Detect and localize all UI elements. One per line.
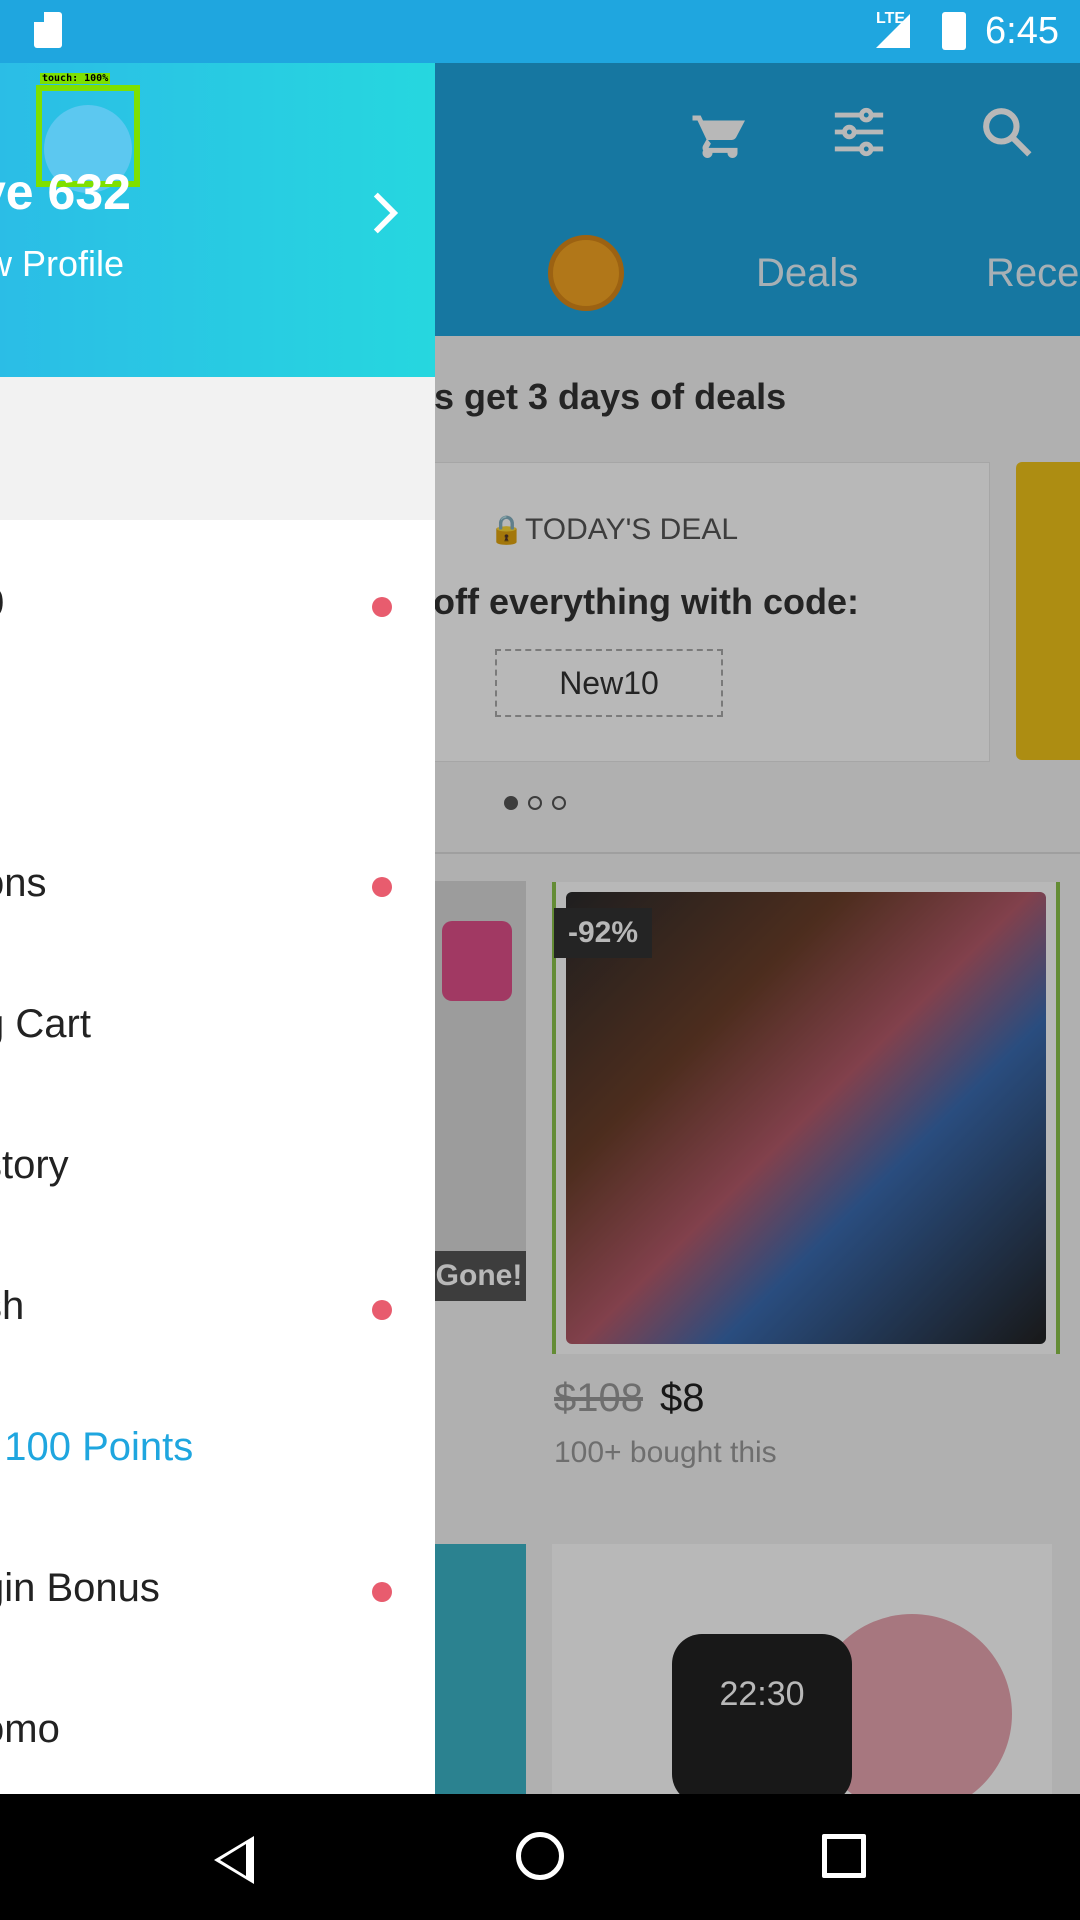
notification-dot (372, 1582, 392, 1602)
menu-item-label: 0 (0, 581, 4, 626)
network-type: LTE (876, 10, 906, 27)
touch-indicator-label: touch: 100% (40, 73, 111, 84)
menu-item-notifications[interactable]: ons (0, 835, 435, 935)
navigation-drawer: touch: 100% ve 632 w Profile 0 ons g Car… (0, 63, 435, 1794)
notification-dot (372, 1300, 392, 1320)
menu-item-label: : 100 Points (0, 1425, 193, 1470)
status-bar: LTE 6:45 (0, 0, 1080, 63)
menu-item-0[interactable]: 0 (0, 555, 435, 655)
menu-item-wish[interactable]: sh (0, 1258, 435, 1358)
recents-icon[interactable] (822, 1834, 866, 1878)
system-nav-bar (0, 1794, 1080, 1920)
chevron-right-icon[interactable] (370, 189, 400, 249)
menu-item-login-bonus[interactable]: gin Bonus (0, 1540, 435, 1640)
menu-item-label: gin Bonus (0, 1566, 160, 1610)
menu-item-promo[interactable]: omo (0, 1681, 435, 1781)
back-icon[interactable] (214, 1836, 254, 1884)
menu-item-label: sh (0, 1284, 25, 1328)
notification-dot (372, 597, 392, 617)
menu-item-history[interactable]: story (0, 1117, 435, 1217)
drawer-profile-header[interactable]: touch: 100% ve 632 w Profile (0, 63, 435, 377)
home-icon[interactable] (516, 1832, 564, 1880)
menu-item-label: ons (0, 861, 47, 905)
battery-charging-icon (942, 12, 966, 50)
menu-item-shopping-cart[interactable]: g Cart (0, 976, 435, 1076)
menu-item-points[interactable]: : 100 Points (0, 1399, 435, 1499)
sd-card-icon (34, 12, 62, 48)
menu-item-label: story (0, 1143, 69, 1187)
view-profile-link[interactable]: w Profile (0, 243, 124, 285)
clock: 6:45 (985, 10, 1059, 52)
notification-dot (372, 877, 392, 897)
points-value: 100 Points (4, 1425, 194, 1469)
menu-item-label: g Cart (0, 1002, 91, 1046)
drawer-section-spacer (0, 377, 435, 520)
user-name: ve 632 (0, 164, 131, 220)
menu-item-label: omo (0, 1707, 60, 1751)
